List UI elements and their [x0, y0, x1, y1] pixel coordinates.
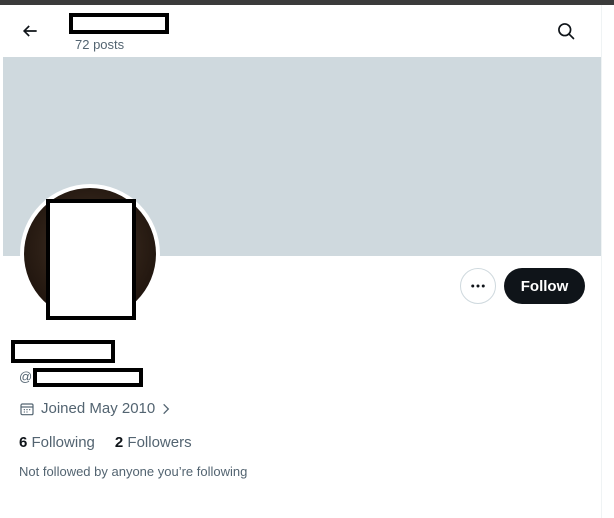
following-link[interactable]: 6 Following: [19, 434, 95, 451]
profile-page: 72 posts Follow @ Joined May 2010 6 Foll…: [2, 5, 602, 518]
header-name-redacted: [69, 13, 169, 34]
profile-header: 72 posts: [2, 5, 602, 57]
handle-prefix: @: [19, 369, 33, 384]
followers-link[interactable]: 2 Followers: [115, 434, 192, 451]
followers-count: 2: [114, 434, 124, 451]
mutual-followers-note: Not followed by anyone you’re following: [19, 464, 248, 479]
display-name-redacted: [11, 340, 115, 363]
following-count: 6: [19, 434, 28, 451]
join-date: Joined May 2010: [19, 400, 173, 417]
more-horizontal-icon: [471, 284, 485, 288]
search-icon: [558, 23, 575, 40]
following-label: Following: [31, 434, 95, 451]
post-count: 72 posts: [75, 37, 125, 52]
chevron-right-icon[interactable]: [159, 402, 173, 416]
follow-stats: 6 Following 2 Followers: [19, 434, 192, 451]
search-button[interactable]: [552, 17, 580, 45]
join-date-text: Joined May 2010: [41, 400, 156, 417]
followers-label: Followers: [127, 434, 192, 451]
more-options-button[interactable]: [460, 268, 496, 304]
avatar-redacted: [46, 199, 136, 320]
back-button[interactable]: [16, 17, 44, 45]
arrow-left-icon: [22, 25, 37, 37]
handle-redacted: [33, 368, 143, 387]
follow-button[interactable]: Follow: [504, 268, 585, 304]
calendar-icon: [20, 402, 34, 415]
